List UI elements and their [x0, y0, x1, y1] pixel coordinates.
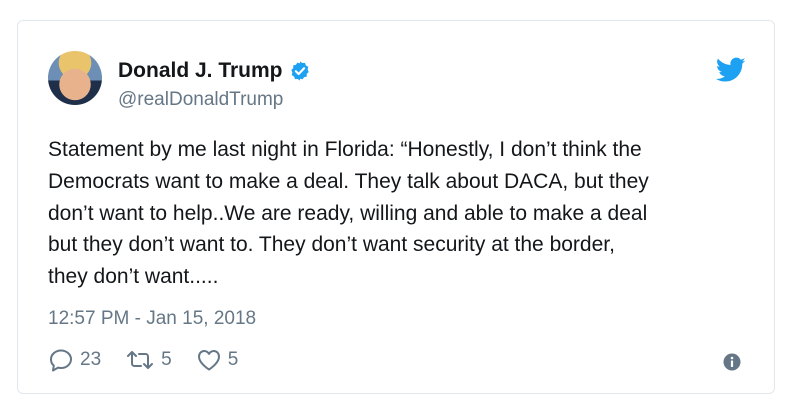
author-name-row: Donald J. Trump	[118, 59, 311, 83]
twitter-bird-icon[interactable]	[716, 57, 746, 83]
tweet-text-line: don’t want to help..We are ready, willin…	[48, 201, 648, 225]
author-handle[interactable]: @realDonaldTrump	[118, 89, 283, 111]
tweet-text-line: Democrats want to make a deal. They talk…	[48, 169, 649, 193]
tweet-actions: 23 5 5	[48, 348, 262, 372]
like-button[interactable]: 5	[196, 348, 239, 372]
tweet-card: Donald J. Trump @realDonaldTrump Stateme…	[17, 20, 775, 394]
tweet-text-line: Statement by me last night in Florida: “…	[48, 138, 642, 161]
reply-button[interactable]: 23	[48, 348, 101, 372]
verified-badge-icon	[290, 61, 309, 81]
info-icon[interactable]	[723, 353, 741, 371]
tweet-text-line: they don’t want.....	[48, 265, 219, 289]
retweet-button[interactable]: 5	[125, 348, 172, 372]
tweet-text: Statement by me last night in Florida: “…	[48, 134, 760, 293]
like-count: 5	[227, 349, 239, 370]
reply-count: 23	[80, 349, 102, 370]
retweet-count: 5	[161, 349, 172, 370]
tweet-timestamp[interactable]: 12:57 PM - Jan 15, 2018	[48, 308, 256, 330]
tweet-text-line: but they don’t want to. They don’t want …	[48, 233, 615, 257]
avatar[interactable]	[48, 51, 102, 105]
author-name[interactable]: Donald J. Trump	[118, 59, 283, 83]
heart-icon	[197, 350, 220, 371]
reply-icon	[50, 349, 72, 372]
retweet-icon	[127, 351, 154, 369]
